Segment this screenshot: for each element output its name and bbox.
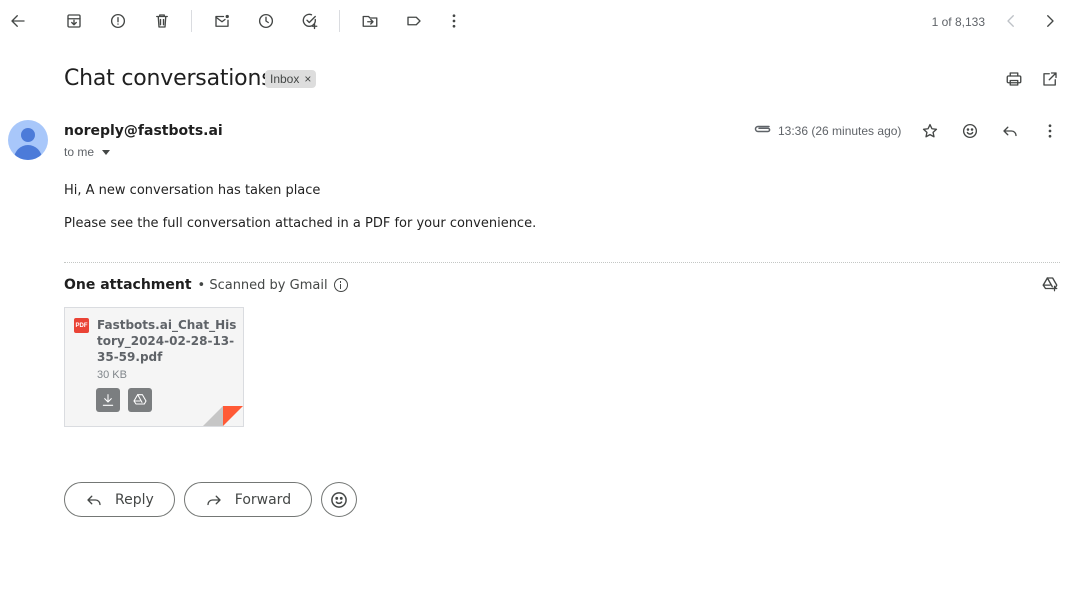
label-icon[interactable] bbox=[398, 5, 430, 37]
inbox-label-chip[interactable]: Inbox × bbox=[265, 70, 317, 88]
reply-icon[interactable] bbox=[994, 115, 1026, 147]
delete-icon[interactable] bbox=[146, 5, 178, 37]
attachment-clip-icon bbox=[754, 125, 771, 133]
snooze-icon[interactable] bbox=[250, 5, 282, 37]
attachment-card[interactable]: PDF Fastbots.ai_Chat_History_2024-02-28-… bbox=[64, 307, 244, 427]
pdf-file-icon: PDF bbox=[74, 318, 89, 333]
scanned-by-gmail: • Scanned by Gmail bbox=[197, 277, 328, 293]
chevron-down-icon[interactable] bbox=[102, 149, 111, 155]
body-line-greeting: Hi, A new conversation has taken place bbox=[64, 183, 321, 198]
star-icon[interactable] bbox=[914, 115, 946, 147]
older-chevron-left-icon[interactable] bbox=[995, 5, 1027, 37]
mark-unread-icon[interactable] bbox=[206, 5, 238, 37]
reply-arrow-icon bbox=[87, 495, 101, 505]
reply-label: Reply bbox=[115, 491, 154, 508]
attachment-size: 30 KB bbox=[97, 369, 127, 381]
add-all-to-drive-icon[interactable] bbox=[1034, 268, 1066, 300]
emoji-react-icon[interactable] bbox=[954, 115, 986, 147]
attachment-divider bbox=[64, 262, 1060, 263]
print-icon[interactable] bbox=[998, 63, 1030, 95]
attachment-header: One attachment • Scanned by Gmail bbox=[64, 277, 348, 293]
add-to-tasks-icon[interactable] bbox=[294, 5, 326, 37]
message-more-vert-icon[interactable] bbox=[1034, 115, 1066, 147]
email-subject: Chat conversations bbox=[64, 66, 273, 91]
forward-button[interactable]: Forward bbox=[183, 482, 313, 517]
archive-icon[interactable] bbox=[58, 5, 90, 37]
download-icon[interactable] bbox=[96, 388, 120, 412]
smiley-icon bbox=[331, 491, 347, 508]
reply-actions: Reply Forward bbox=[64, 482, 358, 517]
label-chip-text: Inbox bbox=[270, 72, 300, 86]
recipient-details[interactable]: to me bbox=[64, 145, 111, 159]
open-new-window-icon[interactable] bbox=[1034, 63, 1066, 95]
move-to-icon[interactable] bbox=[354, 5, 386, 37]
back-arrow-icon[interactable] bbox=[2, 5, 34, 37]
sender-avatar bbox=[8, 120, 48, 160]
save-to-drive-icon[interactable] bbox=[128, 388, 152, 412]
attachment-filename: Fastbots.ai_Chat_History_2024-02-28-13-3… bbox=[97, 318, 237, 364]
newer-chevron-right-icon[interactable] bbox=[1034, 5, 1066, 37]
body-line-details: Please see the full conversation attache… bbox=[64, 216, 537, 231]
recipient-text: to me bbox=[64, 145, 95, 159]
more-vert-icon[interactable] bbox=[438, 5, 470, 37]
reply-button[interactable]: Reply bbox=[64, 482, 175, 517]
sender-email[interactable]: noreply@fastbots.ai bbox=[64, 123, 223, 139]
remove-label-icon[interactable]: × bbox=[304, 72, 311, 86]
forward-arrow-icon bbox=[207, 495, 221, 505]
emoji-reaction-button[interactable] bbox=[321, 482, 358, 517]
report-spam-icon[interactable] bbox=[102, 5, 134, 37]
pdf-corner-fold bbox=[203, 406, 243, 426]
message-timestamp: 13:36 (26 minutes ago) bbox=[778, 124, 902, 138]
info-icon[interactable] bbox=[333, 278, 348, 292]
attachment-count: One attachment bbox=[64, 277, 192, 293]
message-counter: 1 of 8,133 bbox=[931, 15, 985, 29]
forward-label: Forward bbox=[234, 491, 292, 508]
